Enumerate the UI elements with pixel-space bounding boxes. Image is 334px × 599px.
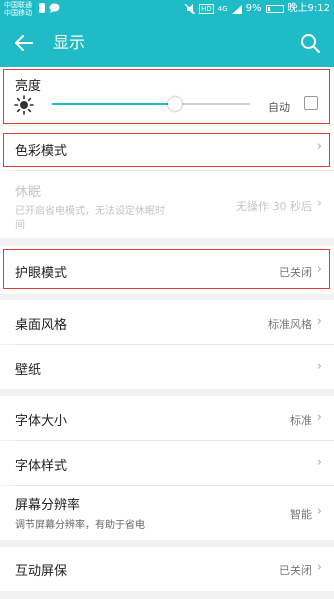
auto-brightness-label: 自动 (268, 101, 290, 114)
eye-comfort-value: 已关闭 (279, 266, 312, 279)
desktop-style-value: 标准风格 (268, 318, 312, 331)
arrow-left-icon[interactable] (12, 31, 36, 55)
carrier-info: 中国联通 中国移动 (4, 1, 32, 17)
sleep-subtitle-line1: 已开启省电模式，无法设定休眠时 (15, 206, 165, 217)
chevron-right-icon: › (316, 410, 322, 425)
brightness-label: 亮度 (15, 79, 42, 94)
brightness-section: 亮度 自动 (0, 67, 334, 125)
resolution-label: 屏幕分辨率 (15, 498, 81, 513)
carrier-1: 中国联通 (4, 1, 32, 9)
brightness-slider-thumb[interactable] (167, 97, 182, 111)
row-wallpaper[interactable]: 壁纸 › (0, 345, 334, 389)
row-font-size[interactable]: 字体大小 标准 › (0, 396, 334, 440)
signal-icon (231, 4, 242, 14)
page-title: 显示 (53, 33, 86, 52)
resolution-value: 智能 (290, 508, 312, 521)
resolution-subtitle: 调节屏幕分辨率，有助于省电 (15, 520, 145, 531)
mute-icon (185, 4, 196, 14)
color-mode-label: 色彩模式 (15, 144, 68, 159)
notification-b-icon (39, 3, 45, 13)
chevron-right-icon: › (316, 196, 322, 211)
notification-icons (38, 3, 60, 13)
eye-comfort-label: 护眼模式 (15, 266, 68, 281)
status-bar: 中国联通 中国移动 HD 4G 9% 晚上9:12 (0, 0, 334, 20)
font-style-label: 字体样式 (15, 459, 68, 474)
sleep-subtitle-line2: 间 (15, 220, 25, 231)
clock: 晚上9:12 (287, 3, 330, 14)
chevron-right-icon: › (316, 504, 322, 519)
brightness-slider[interactable] (52, 97, 250, 111)
screensaver-label: 互动屏保 (15, 564, 68, 579)
battery-icon (265, 5, 284, 13)
chevron-right-icon: › (316, 262, 322, 277)
font-size-label: 字体大小 (15, 414, 68, 429)
battery-percent: 9% (245, 3, 262, 14)
row-screensaver[interactable]: 互动屏保 已关闭 › (0, 547, 334, 591)
row-desktop-style[interactable]: 桌面风格 标准风格 › (0, 300, 334, 344)
status-right: HD 4G 9% 晚上9:12 (185, 3, 330, 15)
search-icon[interactable] (298, 31, 322, 55)
auto-brightness-checkbox[interactable] (304, 96, 318, 110)
row-eye-comfort[interactable]: 护眼模式 已关闭 › (0, 246, 334, 294)
screensaver-value: 已关闭 (279, 564, 312, 577)
sleep-value: 无操作 30 秒后 (236, 200, 312, 213)
app-bar: 显示 (0, 20, 334, 67)
sleep-label: 休眠 (15, 185, 42, 200)
row-font-style[interactable]: 字体样式 › (0, 441, 334, 485)
chevron-right-icon: › (316, 560, 322, 575)
chevron-right-icon: › (316, 455, 322, 470)
desktop-style-label: 桌面风格 (15, 318, 68, 333)
carrier-2: 中国移动 (4, 9, 32, 17)
wallpaper-label: 壁纸 (15, 363, 42, 378)
brightness-slider-fill (52, 103, 175, 105)
font-size-value: 标准 (290, 414, 312, 427)
row-color-mode[interactable]: 色彩模式 › (0, 126, 334, 170)
chat-bubble-icon (49, 3, 60, 13)
chevron-right-icon: › (316, 139, 322, 154)
network-type: 4G (217, 5, 228, 13)
brightness-icon (14, 95, 34, 115)
chevron-right-icon: › (316, 314, 322, 329)
chevron-right-icon: › (316, 359, 322, 374)
hd-badge: HD (199, 4, 214, 14)
row-resolution[interactable]: 屏幕分辨率 调节屏幕分辨率，有助于省电 智能 › (0, 486, 334, 540)
row-sleep[interactable]: 休眠 已开启省电模式，无法设定休眠时 间 无操作 30 秒后 › (0, 171, 334, 238)
